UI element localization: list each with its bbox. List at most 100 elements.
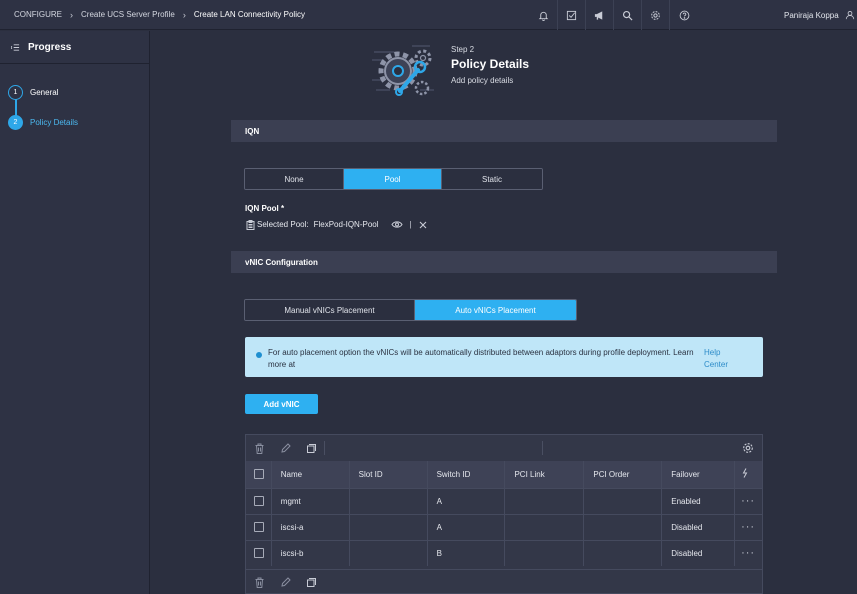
toolbar-divider: [324, 441, 325, 455]
row-checkbox[interactable]: [254, 548, 264, 559]
cell-pci-order: [583, 487, 663, 514]
pin-column-cell: [734, 461, 762, 488]
top-bar: CONFIGURE › Create UCS Server Profile › …: [0, 0, 857, 30]
help-icon[interactable]: [670, 0, 698, 30]
toolbar-divider: [542, 441, 543, 455]
breadcrumb: CONFIGURE › Create UCS Server Profile › …: [0, 10, 305, 20]
iqn-section-header: IQN: [231, 120, 777, 142]
iqn-option-static[interactable]: Static: [442, 169, 542, 189]
eye-icon[interactable]: [390, 220, 403, 229]
page-header: Step 2 Policy Details Add policy details: [451, 45, 529, 85]
help-center-link[interactable]: Help Center: [704, 347, 744, 371]
cell-name: mgmt: [271, 487, 350, 514]
selected-pool-value: FlexPod-IQN-Pool: [313, 220, 379, 229]
auto-vnics-placement-option[interactable]: Auto vNICs Placement: [415, 300, 576, 320]
info-message: For auto placement option the vNICs will…: [268, 348, 694, 369]
row-select-cell: [246, 513, 272, 540]
column-header-switch-id[interactable]: Switch ID: [427, 461, 506, 488]
policy-gears-illustration: [372, 45, 434, 96]
selected-pool-label: Selected Pool:: [257, 220, 309, 229]
close-icon[interactable]: [419, 221, 427, 229]
column-header-name[interactable]: Name: [271, 461, 350, 488]
row-actions-cell: ···: [734, 487, 762, 514]
cell-name: iscsi-a: [271, 513, 350, 540]
progress-sidebar: Progress 1 General 2 Policy Details: [0, 31, 150, 594]
iqn-option-none[interactable]: None: [245, 169, 344, 189]
vnic-section-header: vNIC Configuration: [231, 251, 777, 273]
breadcrumb-configure[interactable]: CONFIGURE: [14, 10, 62, 19]
table-row[interactable]: mgmt A Enabled ···: [246, 487, 762, 514]
clone-icon[interactable]: [298, 569, 324, 594]
table-bottom-toolbar: [246, 569, 762, 594]
megaphone-icon[interactable]: [586, 0, 614, 30]
clone-icon[interactable]: [298, 435, 324, 461]
table-settings-gear-icon[interactable]: [742, 442, 754, 454]
step-policy-details[interactable]: 2 Policy Details: [0, 107, 149, 137]
step-number: 1: [8, 84, 23, 100]
user-name: Paniraja Koppa: [784, 10, 839, 20]
cell-pci-link: [504, 487, 585, 514]
select-all-checkbox[interactable]: [254, 469, 264, 480]
cell-failover: Enabled: [661, 487, 736, 514]
column-header-pci-link[interactable]: PCI Link: [504, 461, 585, 488]
user-menu[interactable]: Paniraja Koppa: [784, 0, 855, 30]
row-checkbox[interactable]: [254, 496, 264, 506]
cell-slot-id: [349, 487, 428, 514]
page-subtitle: Add policy details: [451, 76, 514, 85]
collapse-list-icon[interactable]: [11, 43, 20, 52]
chevron-right-icon: ›: [182, 9, 186, 20]
bell-icon[interactable]: [530, 0, 558, 30]
gear-icon[interactable]: [642, 0, 670, 30]
search-icon[interactable]: [614, 0, 642, 30]
breadcrumb-create-ucs-server-profile[interactable]: Create UCS Server Profile: [81, 10, 175, 19]
table-row[interactable]: iscsi-b B Disabled ···: [246, 539, 762, 566]
vnic-placement-toggle: Manual vNICs Placement Auto vNICs Placem…: [244, 299, 577, 321]
table-row[interactable]: iscsi-a A Disabled ···: [246, 513, 762, 540]
vnic-table: Name Slot ID Switch ID PCI Link PCI Orde…: [245, 434, 763, 594]
cell-pci-link: [504, 539, 585, 566]
trash-icon[interactable]: [246, 435, 272, 461]
cell-slot-id: [349, 539, 428, 566]
cell-slot-id: [349, 513, 428, 540]
column-header-slot-id[interactable]: Slot ID: [349, 461, 428, 488]
add-vnic-button[interactable]: Add vNIC: [245, 394, 318, 414]
select-all-cell: [246, 461, 272, 488]
pin-icon[interactable]: [741, 468, 749, 478]
more-actions-icon[interactable]: ···: [741, 495, 755, 507]
iqn-type-toggle: None Pool Static: [244, 168, 543, 190]
auto-placement-info-banner: For auto placement option the vNICs will…: [245, 337, 763, 377]
edit-icon[interactable]: [272, 435, 298, 461]
checklist-icon[interactable]: [558, 0, 586, 30]
cell-pci-order: [583, 539, 663, 566]
more-actions-icon[interactable]: ···: [741, 521, 755, 533]
cell-switch-id: A: [427, 513, 506, 540]
table-header-row: Name Slot ID Switch ID PCI Link PCI Orde…: [246, 461, 762, 488]
cell-failover: Disabled: [661, 513, 736, 540]
row-checkbox[interactable]: [254, 522, 264, 532]
row-select-cell: [246, 487, 272, 514]
info-icon: [256, 352, 262, 358]
column-header-failover[interactable]: Failover: [661, 461, 736, 488]
cell-switch-id: A: [427, 487, 506, 514]
selected-pool-row: Selected Pool: FlexPod-IQN-Pool |: [246, 219, 429, 230]
cell-name: iscsi-b: [271, 539, 350, 566]
row-actions-cell: ···: [734, 513, 762, 540]
more-actions-icon[interactable]: ···: [741, 547, 755, 559]
row-actions-cell: ···: [734, 539, 762, 566]
progress-header: Progress: [0, 31, 149, 64]
vnic-grid: Name Slot ID Switch ID PCI Link PCI Orde…: [246, 461, 762, 566]
table-toolbar: [246, 435, 762, 461]
column-header-pci-order[interactable]: PCI Order: [583, 461, 663, 488]
manual-vnics-placement-option[interactable]: Manual vNICs Placement: [245, 300, 415, 320]
pool-actions-separator: |: [409, 220, 412, 229]
clipboard-icon: [246, 219, 255, 230]
progress-steps: 1 General 2 Policy Details: [0, 64, 149, 137]
step-number: 2: [8, 114, 23, 130]
trash-icon[interactable]: [246, 569, 272, 594]
step-general[interactable]: 1 General: [0, 77, 149, 107]
edit-icon[interactable]: [272, 569, 298, 594]
step-indicator: Step 2: [451, 45, 475, 54]
iqn-pool-label: IQN Pool *: [245, 204, 285, 213]
progress-title: Progress: [28, 41, 72, 53]
iqn-option-pool[interactable]: Pool: [344, 169, 442, 189]
